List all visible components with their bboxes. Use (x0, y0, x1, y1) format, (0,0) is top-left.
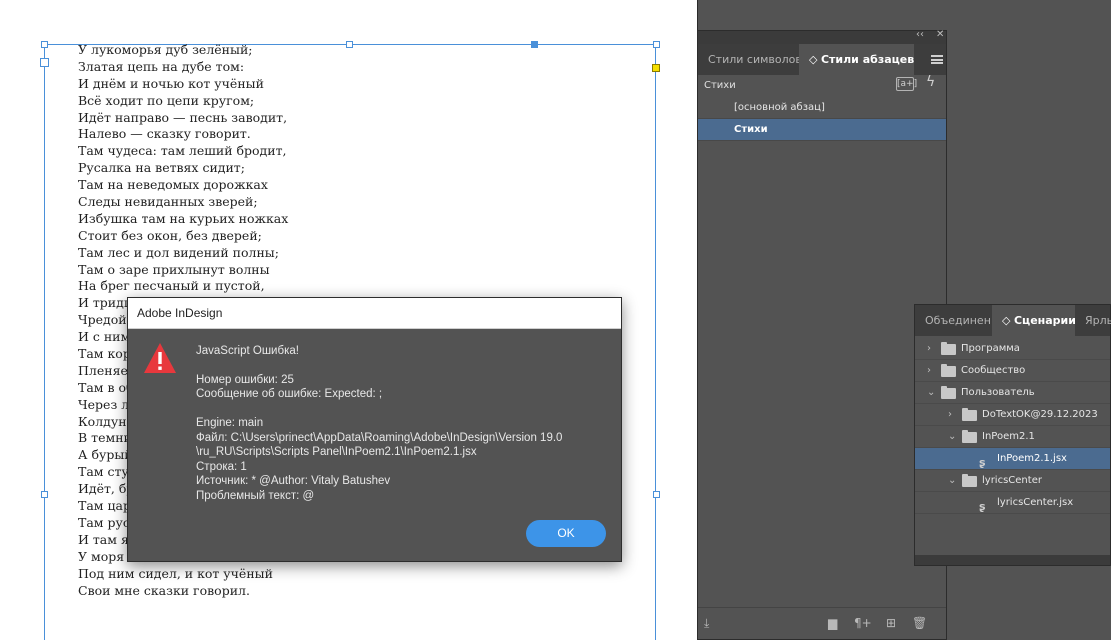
folder-icon (941, 364, 956, 377)
tree-item-label: Пользователь (961, 387, 1035, 398)
chevron-down-icon[interactable]: ⌄ (948, 426, 956, 448)
error-heading: JavaScript Ошибка! (196, 345, 299, 357)
frame-handle-tl[interactable] (41, 41, 48, 48)
chevron-down-icon[interactable]: ⌄ (948, 470, 956, 492)
error-dialog: Adobe InDesign JavaScript Ошибка! Номер … (127, 297, 622, 562)
poem-line: Там на неведомых дорожках (78, 177, 268, 193)
tab-scripts-label: Сценарии (1013, 314, 1075, 327)
error-engine: Engine: main (196, 417, 264, 429)
poem-line: Налево — сказку говорит. (78, 126, 251, 142)
tab-paragraph-styles-label: Стили абзацев (820, 53, 914, 66)
tab-arrows-icon: ◇ (1002, 314, 1014, 327)
chevron-down-icon[interactable]: ⌄ (927, 382, 935, 404)
tree-item-label: InPoem2.1.jsx (997, 453, 1067, 464)
poem-line: Златая цепь на дубе том: (78, 58, 245, 74)
folder-icon (941, 342, 956, 355)
frame-handle-tr[interactable] (653, 41, 660, 48)
frame-handle-ml[interactable] (41, 491, 48, 498)
style-item-basic[interactable]: [основной абзац] (698, 97, 946, 119)
dialog-titlebar: Adobe InDesign (128, 298, 621, 329)
tree-folder[interactable]: ⌄ Пользователь (915, 382, 1110, 404)
trash-icon[interactable]: 🗑 (912, 616, 927, 630)
chevron-right-icon[interactable]: › (927, 338, 931, 360)
panel-footer: ⤓ ▆ ¶+ ⊞ 🗑 (698, 607, 946, 639)
chevron-right-icon[interactable]: › (927, 360, 931, 382)
poem-line: Идёт направо — песнь заводит, (78, 109, 288, 125)
panel-menu-icon[interactable] (931, 55, 943, 64)
ok-button[interactable]: OK (526, 520, 606, 547)
error-problem-text: Проблемный текст: @ (196, 490, 315, 502)
error-source: Источник: * @Author: Vitaly Batushev (196, 475, 391, 487)
tab-merge[interactable]: Объединен (915, 305, 992, 336)
load-styles-icon[interactable]: ⤓ (704, 616, 709, 631)
scripts-panel-tabs: Объединен ◇ Сценарии Ярль (915, 305, 1111, 336)
paragraph-styles-panel: ‹‹ ✕ Стили символов ◇ Стили абзацев Стих… (697, 29, 947, 640)
tree-item-label: lyricsCenter (982, 475, 1042, 486)
folder-icon[interactable]: ▆ (828, 616, 837, 630)
corner-option-handle[interactable] (652, 64, 660, 72)
tree-item-label: DoTextOK@29.12.2023 (982, 409, 1098, 420)
error-file-path-cont: \ru_RU\Scripts\Scripts Panel\InPoem2.1\I… (196, 446, 477, 458)
clear-overrides-icon[interactable]: ¶+ (854, 616, 872, 630)
scripts-panel: Объединен ◇ Сценарии Ярль › Программа › Соо… (914, 304, 1111, 566)
poem-line: Стоит без окон, без дверей; (78, 227, 262, 243)
tree-item-label: lyricsCenter.jsx (997, 497, 1074, 508)
folder-icon (962, 474, 977, 487)
poem-line: Там о заре прихлынут волны (78, 261, 270, 277)
close-panel-icon[interactable]: ✕ (936, 29, 944, 40)
error-number: Номер ошибки: 25 (196, 374, 294, 386)
tab-arrows-icon: ◇ (809, 53, 821, 66)
tree-item-label: Сообщество (961, 365, 1026, 376)
tree-item-label: Программа (961, 343, 1020, 354)
collapse-icon[interactable]: ‹‹ (916, 29, 924, 40)
quick-apply-icon[interactable]: ϟ (926, 74, 935, 90)
script-icon: ʂ (979, 500, 986, 513)
tree-folder[interactable]: ⌄ lyricsCenter (915, 470, 1110, 492)
error-line: Строка: 1 (196, 461, 247, 473)
poem-line: У лукоморья дуб зелёный; (78, 42, 253, 57)
frame-handle-mr[interactable] (653, 491, 660, 498)
text-in-port[interactable] (40, 58, 49, 67)
folder-icon (962, 408, 977, 421)
folder-icon (941, 386, 956, 399)
poem-line: Избушка там на курьих ножках (78, 210, 289, 226)
poem-line: Всё ходит по цепи кругом; (78, 92, 255, 108)
tab-character-styles[interactable]: Стили символов (698, 44, 799, 75)
tree-folder[interactable]: ⌄ InPoem2.1 (915, 426, 1110, 448)
current-style-label: Стихи (704, 80, 736, 91)
tree-folder[interactable]: › Программа (915, 338, 1110, 360)
poem-line: Там лес и дол видений полны; (78, 244, 279, 260)
dialog-title: Adobe InDesign (137, 306, 223, 320)
tree-script[interactable]: ʂ lyricsCenter.jsx (915, 492, 1110, 514)
poem-line: Там чудеса: там леший бродит, (78, 143, 287, 159)
create-style-from-selection-button[interactable]: [a+] (896, 77, 917, 91)
tab-labels[interactable]: Ярль (1075, 305, 1111, 336)
poem-line: И днём и ночью кот учёный (78, 75, 264, 91)
warning-icon (144, 343, 176, 373)
tree-script[interactable]: ʂ InPoem2.1.jsx (915, 448, 1110, 470)
tree-folder[interactable]: › Сообщество (915, 360, 1110, 382)
panel-bottom-bar (915, 555, 1110, 565)
error-message: Сообщение об ошибке: Expected: ; (196, 388, 383, 400)
panel-collapse-bar[interactable]: ‹‹ ✕ (698, 29, 946, 44)
style-item-stikhi[interactable]: Стихи (698, 119, 946, 141)
poem-line: Под ним сидел, и кот учёный (78, 565, 273, 581)
folder-icon (962, 430, 977, 443)
tab-scripts[interactable]: ◇ Сценарии (992, 305, 1075, 336)
tree-item-label: InPoem2.1 (982, 431, 1035, 442)
new-style-icon[interactable]: ⊞ (886, 616, 896, 630)
poem-line: Следы невиданных зверей; (78, 194, 258, 210)
tree-folder[interactable]: › DoTextOK@29.12.2023 (915, 404, 1110, 426)
chevron-right-icon[interactable]: › (948, 404, 952, 426)
error-file-path: Файл: C:\Users\prinect\AppData\Roaming\A… (196, 432, 563, 444)
panel-tabs: Стили символов ◇ Стили абзацев (698, 44, 946, 75)
poem-line: На брег песчаный и пустой, (78, 278, 265, 294)
tab-paragraph-styles[interactable]: ◇ Стили абзацев (799, 44, 914, 75)
poem-line: Русалка на ветвях сидит; (78, 160, 245, 176)
poem-line: Свои мне сказки говорил. (78, 582, 250, 598)
